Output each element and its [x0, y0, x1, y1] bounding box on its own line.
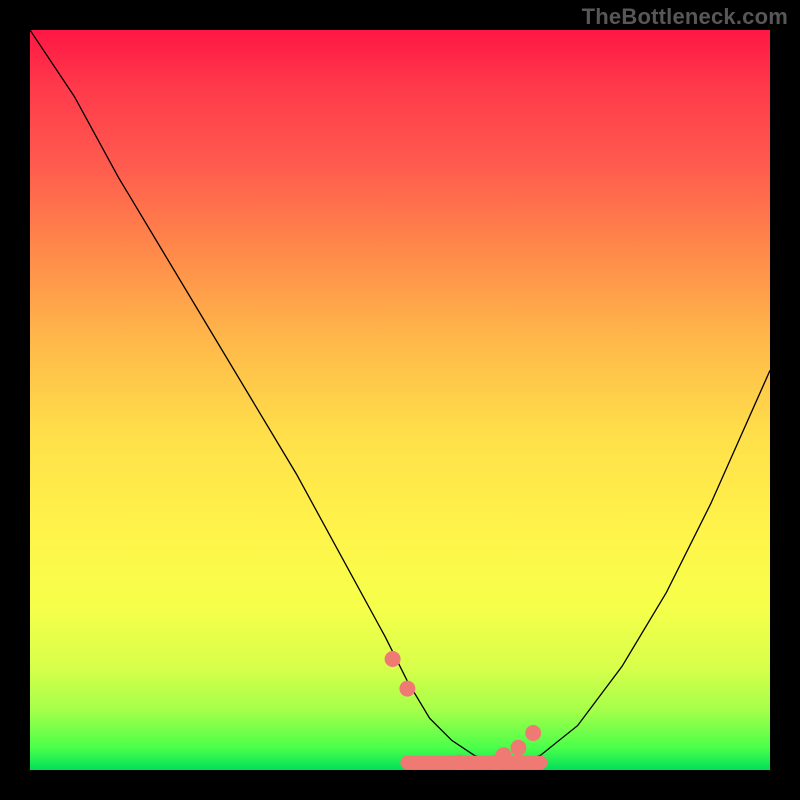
accent-dot	[525, 725, 541, 741]
chart-frame: TheBottleneck.com	[0, 0, 800, 800]
accent-dot	[385, 651, 401, 667]
accent-dot	[496, 747, 512, 763]
accent-dot	[399, 681, 415, 697]
accent-dot	[510, 740, 526, 756]
accent-dots	[385, 651, 542, 770]
bottleneck-curve	[30, 30, 770, 763]
accent-dot	[451, 755, 467, 770]
curve-svg	[30, 30, 770, 770]
watermark-text: TheBottleneck.com	[582, 4, 788, 30]
plot-area	[30, 30, 770, 770]
